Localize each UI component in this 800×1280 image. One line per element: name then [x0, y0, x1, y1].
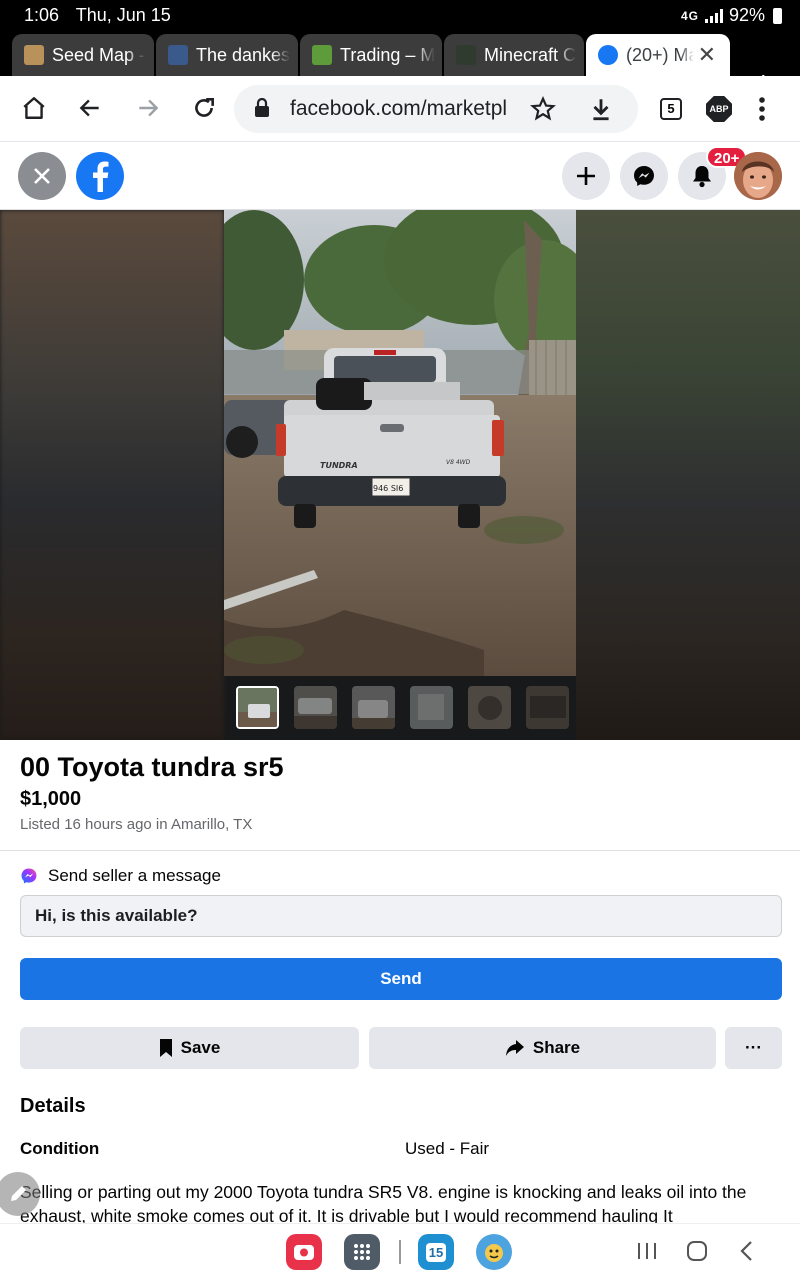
messenger-icon [21, 868, 37, 884]
status-bar: 1:06 Thu, Jun 15 4G 92% [0, 0, 800, 30]
listing-main-photo[interactable]: TUNDRA V8 4WD 946 SI6 [224, 210, 576, 676]
minecraft-icon [456, 45, 476, 65]
dock-separator [399, 1240, 401, 1264]
bookmark-star-icon[interactable] [530, 96, 556, 127]
site-favicon-icon [168, 45, 188, 65]
more-options-button[interactable]: ··· [725, 1027, 782, 1069]
tab-label: The dankes [196, 44, 291, 65]
photo-thumbnail-strip [236, 686, 569, 729]
close-icon [34, 168, 50, 184]
share-icon [505, 1040, 524, 1056]
blurred-backdrop-left [0, 210, 224, 740]
back-nav-icon[interactable] [736, 1238, 758, 1269]
back-icon[interactable] [72, 90, 108, 126]
tab-switcher-button[interactable]: 5 [660, 98, 682, 120]
tailgate-badge: V8 4WD [446, 459, 471, 466]
plus-icon [577, 167, 595, 185]
tab-trading[interactable]: Trading – M [300, 34, 442, 76]
messenger-icon [634, 166, 654, 186]
listing-price: $1,000 [20, 788, 82, 810]
adblock-extension-icon[interactable]: ABP [706, 96, 732, 122]
listing-title: 00 Toyota tundra sr5 [20, 752, 284, 782]
photo-thumbnail[interactable] [236, 686, 279, 729]
recent-apps-icon[interactable] [636, 1238, 658, 1269]
photo-thumbnail[interactable] [468, 686, 511, 729]
tab-the-dankes[interactable]: The dankes [156, 34, 298, 76]
photo-thumbnail[interactable] [352, 686, 395, 729]
close-tab-icon[interactable]: ✕ [698, 42, 730, 68]
create-button[interactable] [562, 152, 610, 200]
calendar-day: 15 [425, 1242, 447, 1262]
browser-toolbar: facebook.com/marketpl 5 ABP [0, 76, 800, 142]
close-listing-button[interactable] [18, 152, 66, 200]
listing-meta: Listed 16 hours ago in Amarillo, TX [20, 816, 253, 833]
avatar[interactable] [734, 152, 782, 200]
home-nav-icon[interactable] [684, 1238, 710, 1269]
package-icon [24, 45, 44, 65]
listing-description: Selling or parting out my 2000 Toyota tu… [20, 1182, 747, 1224]
bookmark-icon [159, 1039, 172, 1057]
bell-icon [693, 166, 711, 188]
tab-label: Seed Map - [52, 44, 146, 65]
address-bar[interactable]: facebook.com/marketpl [234, 85, 638, 133]
messenger-button[interactable] [620, 152, 668, 200]
photo-viewer[interactable]: TUNDRA V8 4WD 946 SI6 [0, 210, 800, 740]
signal-icon [704, 8, 723, 23]
tab-label: Trading – M [340, 44, 436, 65]
status-time: 1:06 [24, 5, 60, 25]
tab-minecraft[interactable]: Minecraft C [444, 34, 584, 76]
tab-label: Minecraft C [484, 44, 577, 65]
photo-thumbnail[interactable] [526, 686, 569, 729]
share-button[interactable]: Share [369, 1027, 716, 1069]
tailgate-lettering: TUNDRA [320, 461, 358, 470]
save-label: Save [180, 1038, 221, 1057]
home-icon[interactable] [16, 90, 52, 126]
photo-thumbnail[interactable] [410, 686, 453, 729]
blurred-backdrop-right [576, 210, 800, 740]
share-label: Share [532, 1038, 581, 1057]
cube-icon [312, 45, 332, 65]
tab-facebook-marketplace[interactable]: (20+) Mar ✕ [586, 34, 730, 76]
photo-thumbnail[interactable] [294, 686, 337, 729]
pencil-icon [11, 1186, 26, 1201]
send-message-label: Send seller a message [48, 866, 221, 885]
app-drawer-icon[interactable] [344, 1234, 380, 1270]
download-icon[interactable] [588, 96, 614, 127]
forward-icon[interactable] [130, 90, 166, 126]
save-button[interactable]: Save [20, 1027, 359, 1069]
camera-app-icon[interactable] [286, 1234, 322, 1270]
url-text[interactable]: facebook.com/marketpl [290, 97, 522, 121]
more-menu-icon[interactable] [756, 94, 768, 129]
divider [0, 850, 800, 851]
condition-value: Used - Fair [405, 1139, 490, 1158]
system-navigation-bar: 15 [0, 1223, 800, 1280]
lock-icon[interactable] [254, 97, 270, 123]
battery-icon [773, 7, 782, 24]
battery-percent: 92% [728, 5, 765, 25]
facebook-header: 20+ [0, 143, 800, 210]
license-plate: 946 SI6 [373, 484, 403, 493]
facebook-icon [598, 45, 618, 65]
send-message-heading: Send seller a message [20, 866, 221, 886]
message-input[interactable] [20, 895, 782, 937]
network-indicator: 4G [680, 8, 699, 23]
facebook-logo[interactable] [76, 152, 124, 200]
calendar-app-icon[interactable]: 15 [418, 1234, 454, 1270]
tab-label: (20+) Mar [626, 44, 694, 65]
tab-strip: Seed Map - The dankes Trading – M Minecr… [0, 30, 800, 98]
reload-icon[interactable] [186, 90, 222, 126]
game-app-icon[interactable] [476, 1234, 512, 1270]
tab-seed-map[interactable]: Seed Map - [12, 34, 154, 76]
condition-label: Condition [20, 1139, 100, 1158]
details-heading: Details [20, 1095, 86, 1117]
status-date: Thu, Jun 15 [75, 5, 171, 25]
send-button[interactable]: Send [20, 958, 782, 1000]
